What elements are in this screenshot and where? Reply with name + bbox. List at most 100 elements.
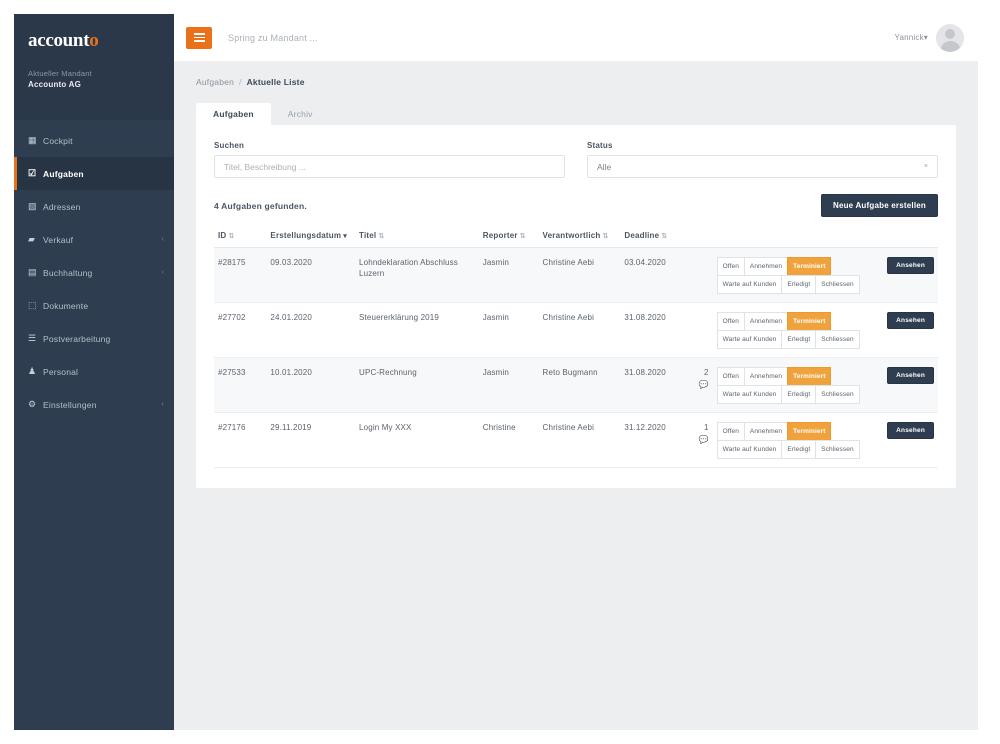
status-button-schliessen[interactable]: Schliessen [815,275,860,294]
column-header-reporter[interactable]: Reporter ⇅ [478,231,539,248]
sidebar-item-cockpit[interactable]: ▦ Cockpit [14,124,174,157]
cell-deadline: 03.04.2020 [620,247,686,303]
sidebar-item-dokumente[interactable]: ⬚ Dokumente [14,289,174,322]
column-header-label: Titel [359,231,377,240]
sidebar-item-aufgaben[interactable]: ☑ Aufgaben [14,157,174,190]
sidebar-item-label: Adressen [43,201,81,212]
sidebar-item-einstellungen[interactable]: ⚙ Einstellungen ‹ [14,388,174,421]
sidebar-item-label: Buchhaltung [43,267,93,278]
column-header-label: Erstellungsdatum [270,231,342,240]
status-button-terminiert[interactable]: Terminiert [787,367,832,386]
status-button-erledigt[interactable]: Erledigt [781,385,817,404]
status-button-annehmen[interactable]: Annehmen [743,422,789,441]
column-header-verantwortlich[interactable]: Verantwortlich ⇅ [538,231,621,248]
table-row[interactable]: #27533 10.01.2020 UPC-Rechnung Jasmin Reto B… [214,357,938,413]
tab-archiv[interactable]: Archiv [271,103,330,125]
hamburger-icon[interactable] [186,26,212,49]
cell-created: 29.11.2019 [266,412,356,468]
status-button-warte-auf-kunden[interactable]: Warte auf Kunden [716,385,783,404]
user-menu[interactable]: Yannick▾ [895,33,929,42]
cell-title: Lohndeklaration Abschluss Luzern [355,247,479,303]
status-button-annehmen[interactable]: Annehmen [743,312,789,331]
cell-actions: Ansehen [880,302,938,358]
sort-icon[interactable]: ⇅ [661,233,667,240]
status-select[interactable]: Alle × [587,155,938,178]
status-button-warte-auf-kunden[interactable]: Warte auf Kunden [716,275,783,294]
view-task-button[interactable]: Ansehen [887,312,934,329]
status-selected-value: Alle [597,161,612,172]
cell-comments: 2 💬 [685,357,713,413]
sidebar-item-verkauf[interactable]: ▰ Verkauf ‹ [14,223,174,256]
column-header-titel[interactable]: Titel ⇅ [355,231,479,248]
status-button-schliessen[interactable]: Schliessen [815,440,860,459]
status-button-terminiert[interactable]: Terminiert [787,257,832,276]
cell-comments: 1 💬 [685,412,713,468]
sort-icon[interactable]: ⇅ [228,233,234,240]
sort-icon[interactable]: ⇅ [520,233,526,240]
view-task-button[interactable]: Ansehen [887,367,934,384]
cell-title: Login My XXX [355,412,479,468]
status-button-schliessen[interactable]: Schliessen [815,385,860,404]
sidebar-item-postverarbeitung[interactable]: ☰ Postverarbeitung [14,322,174,355]
sort-icon[interactable]: ⇅ [602,233,608,240]
cell-reporter: Jasmin [478,357,539,413]
status-button-schliessen[interactable]: Schliessen [815,330,860,349]
gear-icon: ⚙ [28,399,37,409]
sort-icon[interactable]: ⇅ [378,233,384,240]
search-input[interactable]: Titel, Beschreibung ... [214,155,565,178]
comment-icon: 💬 [698,435,709,444]
search-field-group: Suchen Titel, Beschreibung ... [214,141,565,178]
cell-id: #28175 [214,247,267,303]
breadcrumb: Aufgaben / Aktuelle Liste [196,77,956,87]
sidebar-item-adressen[interactable]: ▧ Adressen [14,190,174,223]
cell-actions: Ansehen [880,247,938,303]
column-header-status [712,231,881,248]
status-button-offen[interactable]: Offen [716,257,745,276]
app-logo[interactable]: accounto [28,30,160,52]
table-row[interactable]: #27702 24.01.2020 Steuererklärung 2019 Jasm… [214,302,938,358]
status-button-erledigt[interactable]: Erledigt [781,275,817,294]
cell-actions: Ansehen [880,357,938,413]
status-button-warte-auf-kunden[interactable]: Warte auf Kunden [716,440,783,459]
search-label: Suchen [214,141,245,150]
grid-icon: ▦ [28,135,37,145]
breadcrumb-parent[interactable]: Aufgaben [196,77,234,87]
status-button-offen[interactable]: Offen [716,367,745,386]
status-button-group: Offen Annehmen Terminiert Warte auf Kunden E… [716,312,869,349]
view-task-button[interactable]: Ansehen [887,422,934,439]
status-button-warte-auf-kunden[interactable]: Warte auf Kunden [716,330,783,349]
column-header-deadline[interactable]: Deadline ⇅ [620,231,686,248]
topbar: Spring zu Mandant ... Yannick▾ [174,14,978,61]
avatar-icon[interactable] [936,23,964,52]
status-button-offen[interactable]: Offen [716,422,745,441]
status-button-erledigt[interactable]: Erledigt [781,440,817,459]
column-header-erstellungsdatum[interactable]: Erstellungsdatum ▾ [266,231,356,248]
cell-responsible: Reto Bugmann [538,357,621,413]
tasks-icon: ☑ [28,168,37,178]
status-button-terminiert[interactable]: Terminiert [787,312,832,331]
cell-responsible: Christine Aebi [538,247,621,303]
status-button-offen[interactable]: Offen [716,312,745,331]
status-button-terminiert[interactable]: Terminiert [787,422,832,441]
sidebar-item-buchhaltung[interactable]: ▤ Buchhaltung ‹ [14,256,174,289]
jump-to-client-input[interactable]: Spring zu Mandant ... [228,33,318,43]
sort-desc-icon[interactable]: ▾ [343,233,347,240]
chevron-left-icon: ‹ [161,401,164,408]
table-row[interactable]: #27176 29.11.2019 Login My XXX Christine Chr… [214,412,938,468]
status-button-annehmen[interactable]: Annehmen [743,367,789,386]
cell-status-actions: Offen Annehmen Terminiert Warte auf Kunden E… [712,357,881,413]
mail-icon: ☰ [28,333,37,343]
document-icon: ⬚ [28,300,37,310]
status-button-erledigt[interactable]: Erledigt [781,330,817,349]
column-header-label: Deadline [624,231,660,240]
new-task-button[interactable]: Neue Aufgabe erstellen [820,194,938,217]
sidebar-item-personal[interactable]: ♟ Personal [14,355,174,388]
column-header-actions [880,231,938,248]
view-task-button[interactable]: Ansehen [887,257,934,274]
clear-icon[interactable]: × [924,163,928,170]
tasks-panel: Suchen Titel, Beschreibung ... Status Al… [196,125,956,488]
tab-aufgaben[interactable]: Aufgaben [196,103,271,125]
column-header-id[interactable]: ID ⇅ [214,231,267,248]
status-button-annehmen[interactable]: Annehmen [743,257,789,276]
table-row[interactable]: #28175 09.03.2020 Lohndeklaration Abschlus… [214,247,938,303]
